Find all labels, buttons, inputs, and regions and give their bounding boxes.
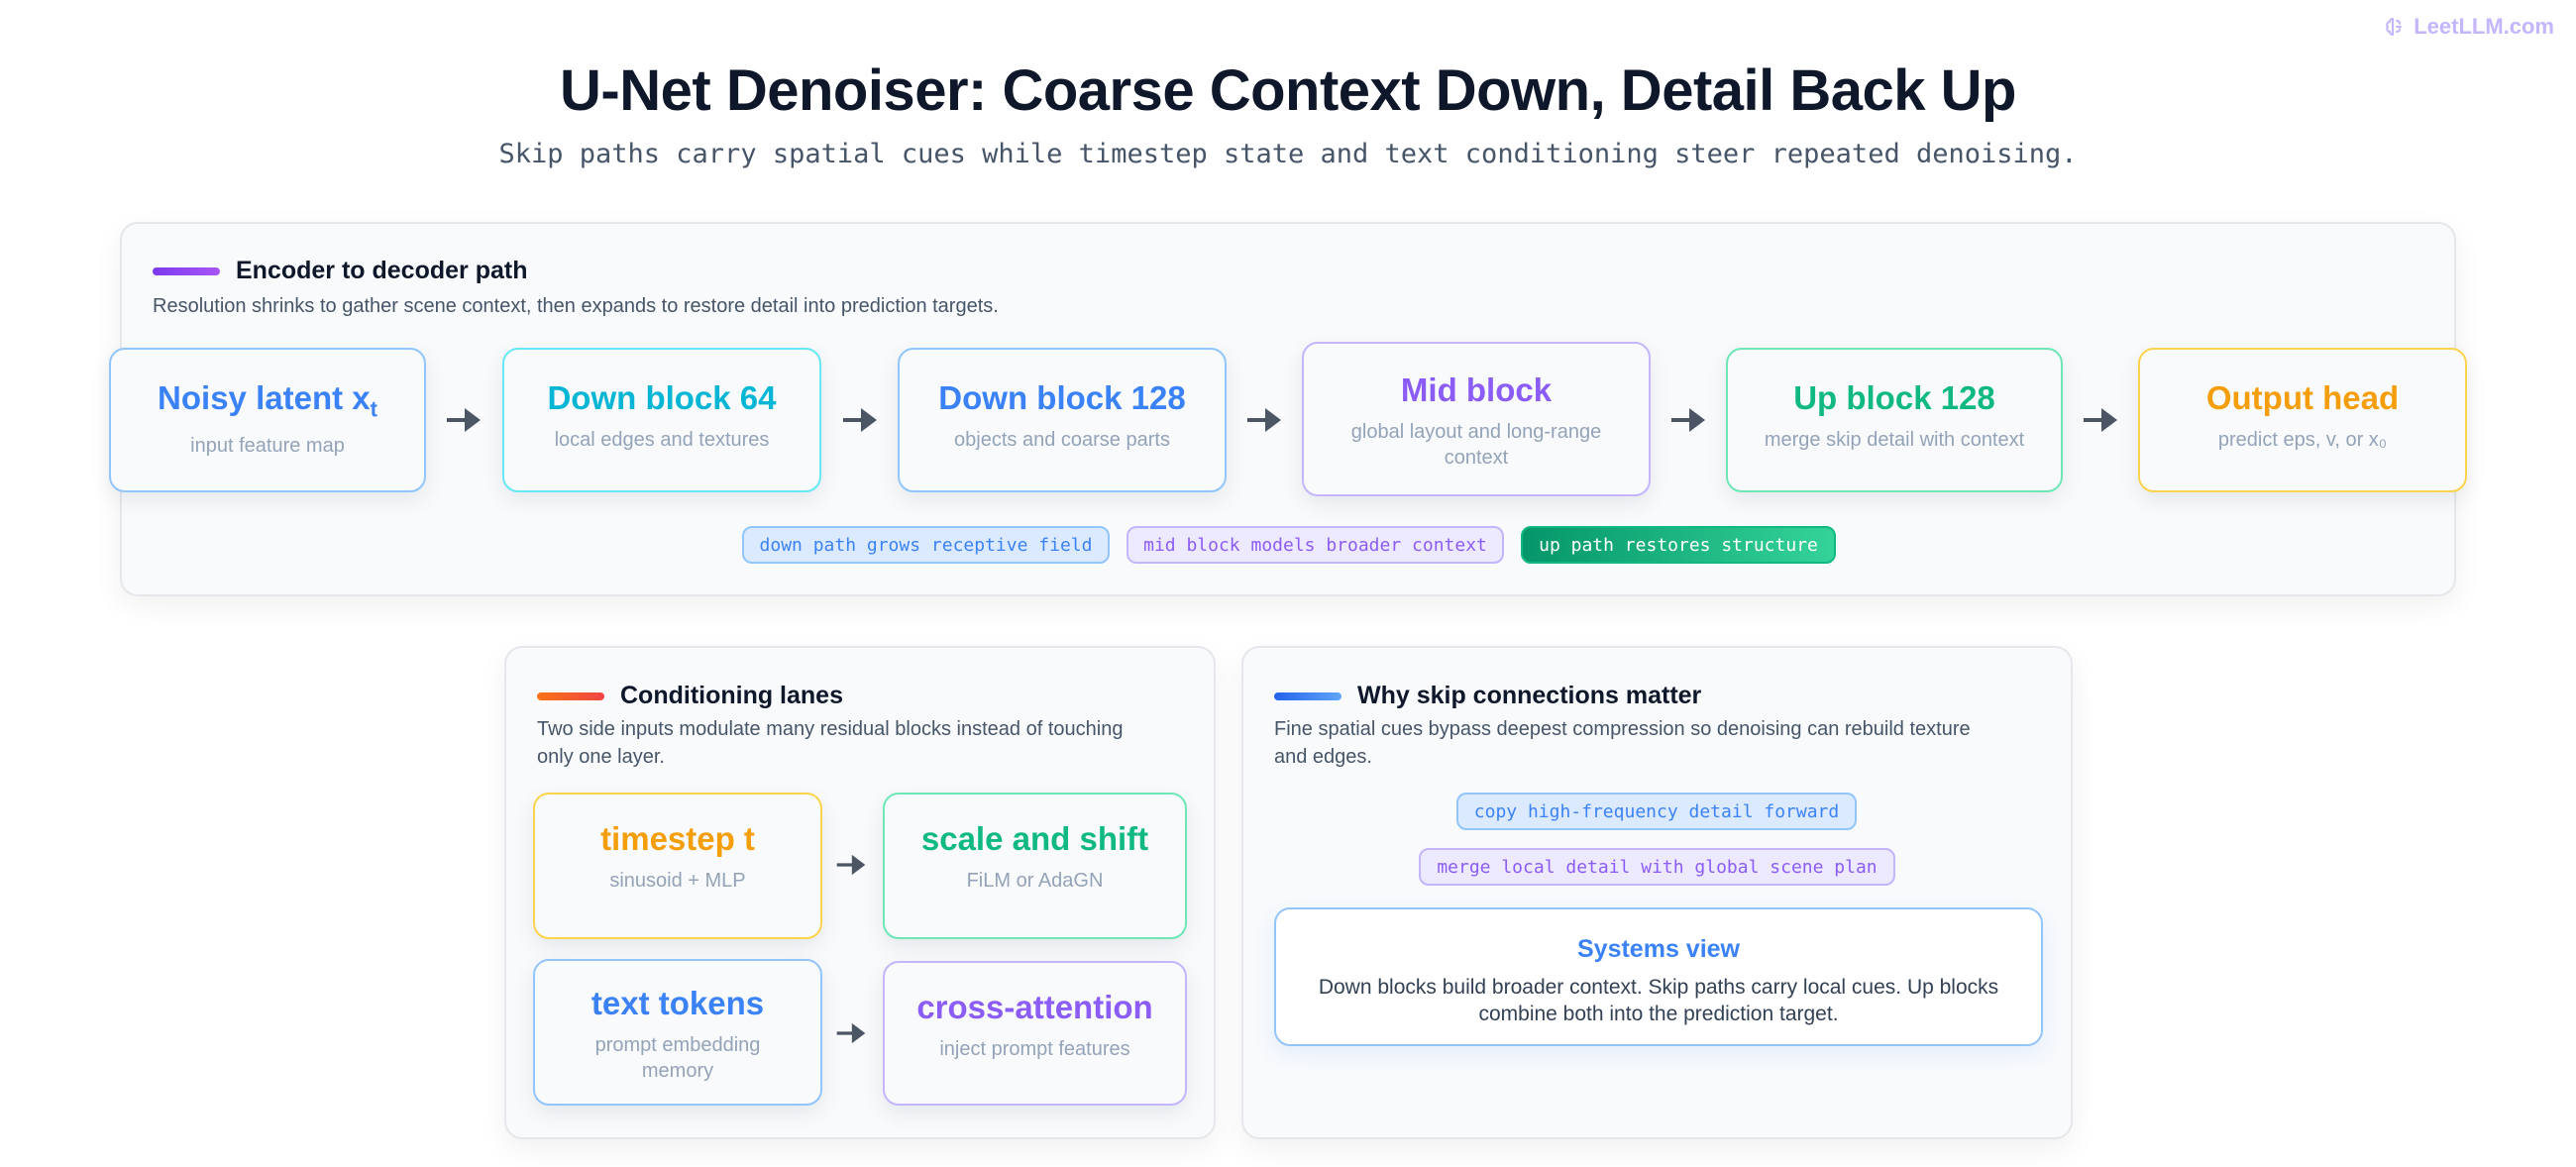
brand-label: LeetLLM.com <box>2414 14 2554 39</box>
node-output-head-title: Output head <box>2205 379 2400 416</box>
systems-view-title: Systems view <box>1577 935 1740 963</box>
conditioning-description-line2: only one layer. <box>537 746 665 768</box>
chip-copy-detail: copy high-frequency detail forward <box>1456 793 1857 830</box>
node-cross-attention-subtitle: inject prompt features <box>939 1038 1130 1060</box>
brand-logo[interactable]: LeetLLM.com <box>2384 14 2554 40</box>
node-noisy-latent-title: Noisy latent x <box>158 379 371 416</box>
arrow-right-icon <box>1247 408 1281 432</box>
node-down-block-64-title: Down block 64 <box>547 379 777 416</box>
encoder-panel-description: Resolution shrinks to gather scene conte… <box>153 295 999 317</box>
node-mid-block[interactable]: Mid block global layout and long-range c… <box>1302 342 1651 496</box>
arrow-right-icon <box>2084 408 2117 432</box>
node-timestep-title: timestep t <box>600 820 755 857</box>
chip-down-path: down path grows receptive field <box>742 526 1110 564</box>
skip-panel-header: Why skip connections matter <box>1274 682 1701 710</box>
arrow-right-icon <box>1671 408 1705 432</box>
node-text-tokens[interactable]: text tokens prompt embedding memory <box>533 959 822 1106</box>
arrow-right-icon <box>836 854 866 876</box>
node-up-block-128-subtitle: merge skip detail with context <box>1764 429 2025 451</box>
node-text-tokens-subtitle-line1: prompt embedding <box>594 1034 761 1056</box>
encoder-panel-title: Encoder to decoder path <box>236 257 528 284</box>
node-scale-shift-title: scale and shift <box>920 820 1149 857</box>
skip-panel-description: Fine spatial cues bypass deepest compres… <box>1274 715 2057 771</box>
node-scale-shift[interactable]: scale and shift FiLM or AdaGN <box>883 793 1187 939</box>
page-title: U-Net Denoiser: Coarse Context Down, Det… <box>560 58 2016 123</box>
node-text-tokens-subtitle-line2: memory <box>641 1060 714 1082</box>
node-scale-shift-subtitle: FiLM or AdaGN <box>966 870 1104 892</box>
node-output-head[interactable]: Output head predict eps, v, or x₀ <box>2138 348 2467 492</box>
systems-view-text-line2: combine both into the prediction target. <box>1478 1003 1839 1025</box>
node-output-head-subtitle: predict eps, v, or x₀ <box>2217 429 2388 451</box>
node-text-tokens-title: text tokens <box>590 985 765 1021</box>
node-noisy-latent-subtitle: input feature map <box>190 434 345 457</box>
brain-icon <box>2386 17 2403 37</box>
node-up-block-128[interactable]: Up block 128 merge skip detail with cont… <box>1726 348 2063 492</box>
conditioning-description-line1: Two side inputs modulate many residual b… <box>537 718 1124 740</box>
node-down-block-128-subtitle: objects and coarse parts <box>954 429 1170 451</box>
systems-view-text-line1: Down blocks build broader context. Skip … <box>1318 976 1999 999</box>
node-timestep-subtitle: sinusoid + MLP <box>609 870 746 892</box>
node-noisy-latent-subscript: t <box>370 396 377 422</box>
node-timestep[interactable]: timestep t sinusoid + MLP <box>533 793 822 939</box>
page-subtitle: Skip paths carry spatial cues while time… <box>498 139 2078 169</box>
node-down-block-128-title: Down block 128 <box>938 379 1186 416</box>
node-mid-block-title: Mid block <box>1400 371 1553 408</box>
node-down-block-64[interactable]: Down block 64 local edges and textures <box>502 348 821 492</box>
arrow-right-icon <box>447 408 481 432</box>
node-up-block-128-title: Up block 128 <box>1793 379 1995 416</box>
chip-mid-block: mid block models broader context <box>1127 526 1504 564</box>
conditioning-panel-header: Conditioning lanes <box>537 682 843 710</box>
encoder-accent-bar <box>153 266 220 275</box>
node-cross-attention-title: cross-attention <box>916 989 1153 1025</box>
chip-merge-detail: merge local detail with global scene pla… <box>1419 848 1895 886</box>
node-down-block-64-subtitle: local edges and textures <box>554 429 770 451</box>
arrow-right-icon <box>836 1022 866 1044</box>
chip-up-path: up path restores structure <box>1521 526 1836 564</box>
arrow-right-icon <box>843 408 877 432</box>
skip-panel-title: Why skip connections matter <box>1357 682 1702 709</box>
node-down-block-128[interactable]: Down block 128 objects and coarse parts <box>898 348 1227 492</box>
conditioning-accent-bar <box>537 691 604 700</box>
conditioning-panel-title: Conditioning lanes <box>620 682 843 709</box>
skip-accent-bar <box>1274 691 1342 700</box>
skip-description-line2: and edges. <box>1274 746 1372 768</box>
node-mid-block-subtitle-line1: global layout and long-range <box>1350 421 1602 443</box>
skip-description-line1: Fine spatial cues bypass deepest compres… <box>1274 718 1971 740</box>
node-mid-block-subtitle-line2: context <box>1444 447 1509 469</box>
encoder-panel-header: Encoder to decoder path <box>153 257 527 285</box>
systems-view-card: Systems view Down blocks build broader c… <box>1274 907 2043 1046</box>
conditioning-panel-description: Two side inputs modulate many residual b… <box>537 715 1191 771</box>
node-noisy-latent[interactable]: Noisy latent xt input feature map <box>109 348 426 492</box>
node-cross-attention[interactable]: cross-attention inject prompt features <box>883 961 1187 1106</box>
